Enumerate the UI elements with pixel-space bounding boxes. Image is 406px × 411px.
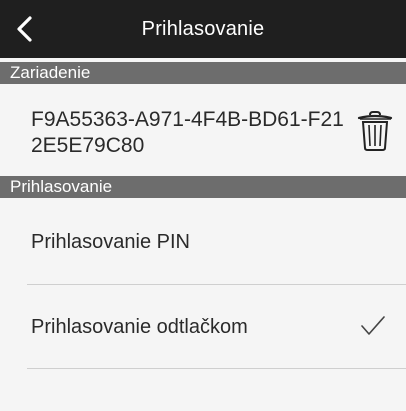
login-option-pin[interactable]: Prihlasovanie PIN [0,200,406,284]
login-option-label: Prihlasovanie PIN [31,230,190,253]
navigation-bar: Prihlasovanie [0,0,406,58]
page-title: Prihlasovanie [141,17,265,40]
login-option-fingerprint[interactable]: Prihlasovanie odtlačkom [0,285,406,369]
trash-icon [357,111,393,151]
device-id: F9A55363-A971-4F4B-BD61-F212E5E79C80 [31,108,344,157]
section-header-login: Prihlasovanie [0,176,406,198]
device-row: F9A55363-A971-4F4B-BD61-F212E5E79C80 [0,90,406,172]
checkmark-icon [361,316,385,335]
divider [27,368,406,369]
delete-device-button[interactable] [356,110,394,152]
section-header-device: Zariadenie [0,62,406,84]
login-option-label: Prihlasovanie odtlačkom [31,315,248,338]
